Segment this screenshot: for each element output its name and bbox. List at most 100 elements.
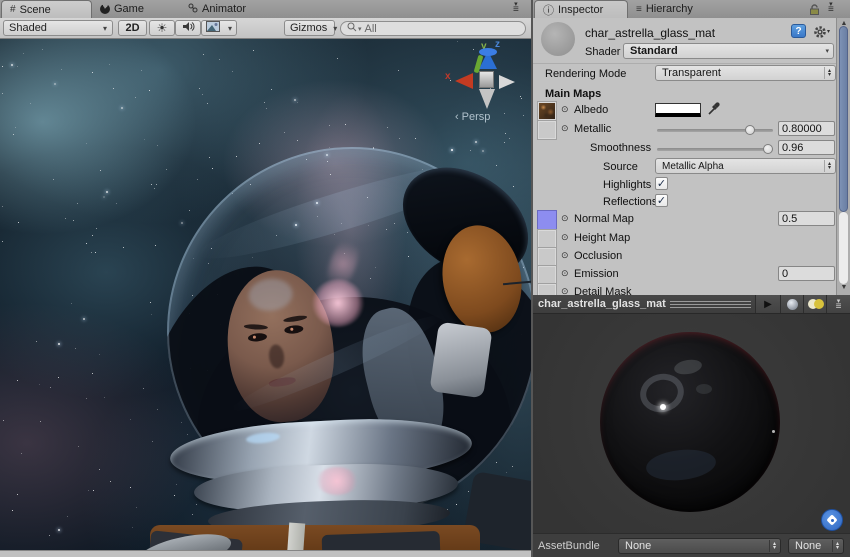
emission-texture-thumb[interactable] [537, 265, 557, 285]
axis-z-label: z [495, 39, 500, 50]
axis-free-cone-right[interactable] [499, 75, 515, 89]
normal-map-target-icon[interactable]: ⊙ [561, 213, 569, 224]
star [17, 494, 18, 495]
tab-scene[interactable]: # Scene [1, 0, 92, 18]
occlusion-texture-thumb[interactable] [537, 247, 557, 267]
star [136, 507, 137, 508]
assetbundle-tag-icon[interactable] [821, 509, 843, 531]
star [209, 157, 210, 158]
detail-mask-texture-thumb[interactable] [537, 283, 557, 295]
star [78, 446, 79, 447]
star [151, 184, 152, 185]
scene-audio-button[interactable] [175, 20, 201, 36]
preview-drag-handle[interactable] [670, 301, 751, 308]
rendering-mode-label: Rendering Mode [545, 68, 626, 80]
assetbundle-dropdown[interactable]: None ▴▾ [618, 538, 781, 554]
metallic-slider[interactable] [657, 129, 773, 132]
emission-target-icon[interactable]: ⊙ [561, 268, 569, 279]
star [11, 64, 13, 66]
lock-icon[interactable] [809, 4, 820, 18]
axis-x-cone[interactable] [455, 73, 473, 89]
star [451, 149, 453, 151]
preview-viewport[interactable] [533, 314, 850, 533]
emission-value-field[interactable]: 0 [778, 266, 835, 281]
star [73, 220, 74, 221]
star [65, 218, 66, 219]
height-map-texture-thumb[interactable] [537, 229, 557, 249]
preview-panel-menu[interactable]: ▾ ≡ [826, 295, 850, 313]
shading-mode-dropdown[interactable]: Shaded ▾ [3, 20, 113, 36]
gizmo-cube[interactable] [479, 71, 494, 88]
inspector-panel-menu[interactable]: ▾ ≡ [828, 2, 834, 13]
metallic-slider-knob[interactable] [745, 125, 755, 135]
star [42, 49, 43, 50]
preview-lighting-button[interactable] [803, 295, 826, 313]
scene-tabstrip: # Scene Game Animator ▾ ≡ [0, 0, 531, 18]
star [58, 377, 59, 378]
star [49, 535, 50, 536]
search-icon [347, 22, 357, 35]
tab-animator[interactable]: Animator [180, 0, 276, 18]
detail-mask-target-icon[interactable]: ⊙ [561, 286, 569, 295]
albedo-color-swatch[interactable] [655, 103, 701, 117]
gear-icon[interactable]: ▾ [813, 24, 831, 39]
star [294, 99, 296, 101]
inspector-scrollbar[interactable]: ▲ ▼ [836, 18, 850, 295]
albedo-target-icon[interactable]: ⊙ [561, 104, 569, 115]
star [236, 156, 237, 157]
star [513, 186, 514, 187]
help-icon[interactable]: ? [791, 24, 806, 38]
axis-free-cone-down[interactable] [479, 89, 495, 109]
check-icon: ✓ [657, 194, 666, 207]
preview-play-button[interactable]: ▶ [755, 295, 780, 313]
assetbundle-label: AssetBundle [538, 540, 600, 552]
star [156, 184, 157, 185]
eyedropper-icon[interactable] [707, 101, 721, 119]
smoothness-slider-knob[interactable] [763, 144, 773, 154]
star [202, 94, 203, 95]
rendering-mode-dropdown[interactable]: Transparent ▴▾ [655, 65, 836, 81]
normal-map-texture-thumb[interactable] [537, 210, 557, 230]
albedo-texture-thumb[interactable] [537, 101, 557, 121]
scroll-down-icon[interactable]: ▼ [837, 284, 850, 291]
reflections-checkbox[interactable]: ✓ [655, 194, 668, 207]
preview-shape-button[interactable] [780, 295, 803, 313]
material-preview-thumb[interactable] [541, 22, 575, 56]
star [155, 245, 156, 246]
source-dropdown[interactable]: Metallic Alpha ▴▾ [655, 158, 836, 174]
scene-panel-menu[interactable]: ▾ ≡ [513, 2, 519, 13]
gizmos-dropdown[interactable]: Gizmos ▾ [284, 20, 335, 36]
metallic-value-field[interactable]: 0.80000 [778, 121, 835, 136]
height-map-target-icon[interactable]: ⊙ [561, 232, 569, 243]
star [121, 107, 123, 109]
star [199, 88, 200, 89]
star [123, 247, 124, 248]
tab-game[interactable]: Game [92, 0, 180, 18]
tab-animator-label: Animator [202, 3, 246, 15]
smoothness-slider[interactable] [657, 148, 773, 151]
highlights-checkbox[interactable]: ✓ [655, 177, 668, 190]
2d-toggle-button[interactable]: 2D [118, 20, 147, 36]
smoothness-value-field[interactable]: 0.96 [778, 140, 835, 155]
normal-map-value-field[interactable]: 0.5 [778, 211, 835, 226]
scrollbar-thumb[interactable] [839, 26, 848, 212]
scene-search-input[interactable]: ▾ All [340, 21, 526, 36]
occlusion-target-icon[interactable]: ⊙ [561, 250, 569, 261]
scene-bottom-strip [0, 550, 531, 557]
shader-dropdown[interactable]: Standard ▾ [623, 43, 834, 59]
star [482, 150, 484, 152]
preview-header[interactable]: char_astrella_glass_mat ▶ ▾ ≡ [533, 295, 850, 314]
tab-inspector[interactable]: ⓘ Inspector [534, 0, 628, 18]
scrollbar-track-lower [839, 212, 848, 284]
panel-menu-lines-icon: ≡ [513, 7, 519, 13]
assetbundle-variant-dropdown[interactable]: None ▴▾ [788, 538, 844, 554]
metallic-target-icon[interactable]: ⊙ [561, 123, 569, 134]
metallic-texture-thumb[interactable] [537, 120, 557, 140]
scene-viewport[interactable]: x y z ‹Persp [0, 39, 531, 557]
tab-hierarchy[interactable]: ≡ Hierarchy [628, 0, 728, 18]
projection-label[interactable]: ‹Persp [455, 111, 490, 123]
scene-effects-button[interactable]: ▾ [201, 20, 237, 36]
scene-lighting-button[interactable]: ☀ [149, 20, 175, 36]
tab-hierarchy-label: Hierarchy [646, 3, 693, 15]
preview-sphere[interactable] [600, 332, 780, 512]
